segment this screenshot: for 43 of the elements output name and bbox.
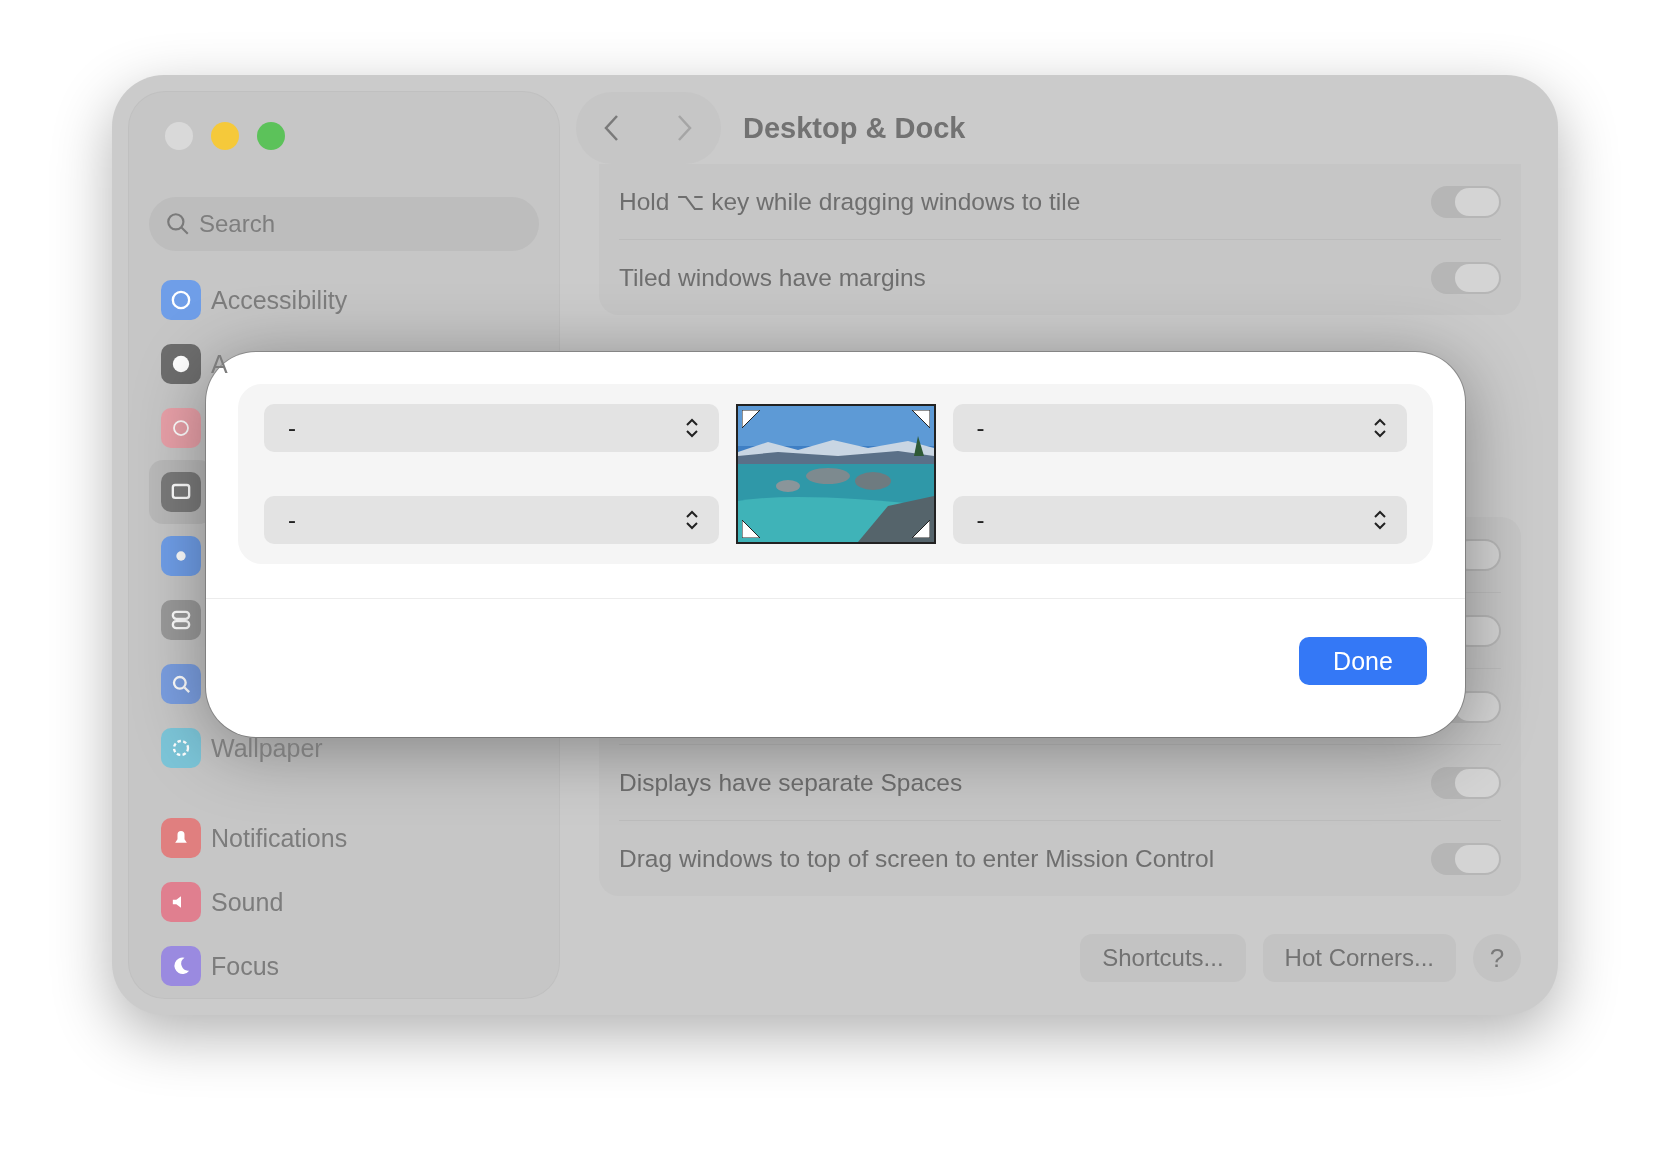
toggle-switch[interactable] xyxy=(1431,766,1501,799)
chevron-right-icon xyxy=(675,113,693,143)
search-icon xyxy=(165,211,191,237)
settings-button[interactable]: Hot Corners... xyxy=(1262,934,1456,982)
sidebar-label: Accessibility xyxy=(211,285,348,315)
corner-icon xyxy=(911,520,930,538)
corner-icon xyxy=(741,520,760,538)
sidebar-item[interactable]: Wallpaper xyxy=(149,716,335,780)
setting-label: Drag windows to top of screen to enter Mission Control xyxy=(619,844,1215,873)
corner-dropdown[interactable]: - xyxy=(264,404,719,452)
chevron-icon xyxy=(684,417,699,439)
sidebar-label: Wallpaper xyxy=(211,733,323,763)
settings-button[interactable]: Shortcuts... xyxy=(1080,934,1246,982)
sidebar-item[interactable]: Accessibility xyxy=(149,268,360,332)
toggle-switch[interactable] xyxy=(1431,261,1501,294)
corner-dropdown[interactable]: - xyxy=(264,496,719,544)
search-field[interactable]: Search xyxy=(149,197,539,251)
chevron-icon xyxy=(1373,417,1387,439)
corner-dropdown[interactable]: - xyxy=(952,404,1407,452)
sidebar-item[interactable]: Notifications xyxy=(149,806,360,870)
done-button[interactable]: Done xyxy=(1299,637,1427,685)
sidebar-item[interactable]: Focus xyxy=(149,934,292,998)
sidebar-label: A xyxy=(211,349,228,379)
setting-label: Displays have separate Spaces xyxy=(619,768,963,797)
chevron-left-icon xyxy=(603,113,621,143)
chevron-icon xyxy=(1373,509,1387,531)
sidebar-label: Focus xyxy=(211,951,280,981)
chevron-icon xyxy=(684,509,699,531)
toggle-switch[interactable] xyxy=(1431,842,1501,875)
corner-icon xyxy=(911,410,930,428)
help-button[interactable]: ? xyxy=(1473,934,1521,982)
sidebar-label: Sound xyxy=(211,887,284,917)
corner-dropdown[interactable]: - xyxy=(952,496,1407,544)
sidebar-item[interactable]: A xyxy=(149,332,240,396)
minimize-button[interactable] xyxy=(211,122,239,150)
toggle-switch[interactable] xyxy=(1431,185,1501,218)
zoom-button[interactable] xyxy=(257,122,285,150)
window-title: Desktop & Dock xyxy=(743,111,966,145)
corner-icon xyxy=(741,410,760,428)
sidebar-item[interactable]: Sound xyxy=(149,870,296,934)
setting-label: Hold ⌥ key while dragging windows to tile xyxy=(619,187,1081,216)
setting-label: Tiled windows have margins xyxy=(619,263,926,292)
sidebar-label: Notifications xyxy=(211,823,348,853)
